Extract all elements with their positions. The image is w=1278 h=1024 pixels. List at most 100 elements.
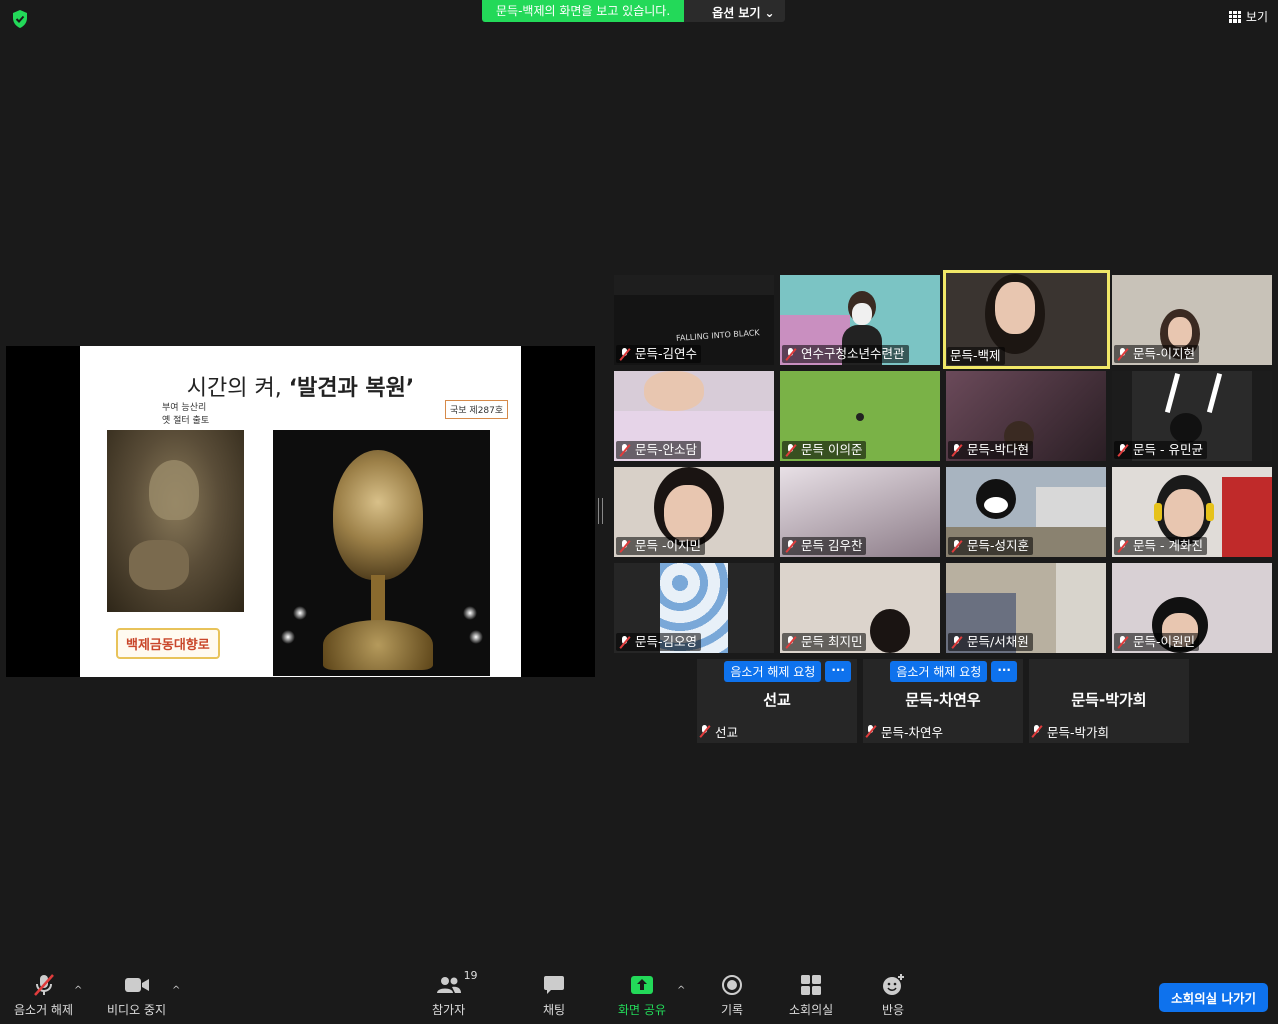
participant-name: 문득-백제: [947, 347, 1005, 365]
reactions-button[interactable]: 반응: [881, 973, 905, 1018]
participant-name: 문득/서채원: [948, 633, 1033, 651]
slide-title-bold: ‘발견과 복원’: [288, 376, 415, 401]
chat-label: 채팅: [543, 1003, 566, 1017]
mic-muted-icon: [785, 443, 797, 457]
participant-display-name: 선교: [763, 691, 791, 709]
share-screen-icon: [630, 976, 653, 994]
participant-name: 문득 - 유민균: [1114, 441, 1207, 459]
video-tile[interactable]: 연수구청소년수련관: [780, 275, 940, 365]
grid-view-icon: [1228, 10, 1241, 23]
mic-muted-icon: [1031, 725, 1043, 738]
video-tile[interactable]: 문득/서채원: [946, 563, 1106, 653]
participant-name: 문득 이의준: [782, 441, 867, 459]
participant-name: 문득-김연수: [616, 345, 702, 363]
participant-name: 문득-박가희: [1031, 722, 1109, 741]
video-tile[interactable]: 문득-이지현: [1112, 275, 1272, 365]
mic-muted-icon: [785, 635, 797, 649]
stop-video-button[interactable]: 비디오 중지: [107, 973, 166, 1018]
presentation-slide: 시간의 켜, ‘발견과 복원’ 부여 능산리 옛 절터 출토 국보 제287호 …: [80, 346, 521, 677]
view-options-button[interactable]: 옵션 보기 ⌄: [684, 0, 785, 22]
stop-video-label: 비디오 중지: [107, 1003, 167, 1017]
mic-muted-icon: [619, 347, 631, 361]
no-video-tile[interactable]: 음소거 해제 요청 ··· 선교 선교: [697, 659, 857, 743]
video-tile[interactable]: 문득-김오영: [614, 563, 774, 653]
participant-display-name: 문득-박가희: [1071, 691, 1147, 709]
mic-muted-icon: [951, 539, 963, 553]
video-tile[interactable]: 문득 김우찬: [780, 467, 940, 557]
mic-muted-icon: [33, 974, 54, 996]
slide-title-plain: 시간의 켜,: [186, 376, 289, 401]
right-photo-caption: 국보 제287호: [445, 400, 509, 419]
mic-muted-icon: [785, 347, 797, 361]
video-tile-active-speaker[interactable]: 문득-백제: [943, 270, 1110, 369]
incense-burner-photo: [273, 430, 490, 676]
audio-options-caret-icon[interactable]: ^: [74, 985, 82, 996]
participant-name: 선교: [699, 722, 738, 741]
video-tile[interactable]: 문득 - 계화진: [1112, 467, 1272, 557]
mic-muted-icon: [951, 443, 963, 457]
ask-to-unmute-button[interactable]: 음소거 해제 요청: [724, 661, 822, 682]
participant-name: 문득 최지민: [782, 633, 867, 651]
sharing-status-text: 문득-백제의 화면을 보고 있습니다.: [482, 0, 685, 22]
more-options-button[interactable]: ···: [825, 661, 851, 682]
participant-name: 문득-이지현: [1114, 345, 1200, 363]
mic-muted-icon: [619, 443, 631, 457]
view-button[interactable]: 보기: [1228, 8, 1268, 25]
video-tile[interactable]: 문득-이원민: [1112, 563, 1272, 653]
breakout-rooms-label: 소회의실: [789, 1003, 834, 1017]
ask-to-unmute-button[interactable]: 음소거 해제 요청: [890, 661, 988, 682]
video-options-caret-icon[interactable]: ^: [172, 985, 180, 996]
reactions-emoji-icon: [883, 974, 904, 995]
video-tile[interactable]: FALLING INTO BLACK 문득-김연수: [614, 275, 774, 365]
reactions-label: 반응: [881, 1003, 905, 1017]
participant-name: 문득 - 계화진: [1114, 537, 1207, 555]
chat-bubble-icon: [544, 976, 565, 994]
unmute-label: 음소거 해제: [14, 1003, 74, 1017]
no-video-tile[interactable]: 문득-박가희 문득-박가희: [1029, 659, 1189, 743]
participant-name: 문득-차연우: [865, 722, 943, 741]
video-tile[interactable]: 문득-성지훈: [946, 467, 1106, 557]
video-camera-icon: [124, 978, 149, 992]
participant-name: 문득-이원민: [1114, 633, 1200, 651]
participant-name: 연수구청소년수련관: [782, 345, 909, 363]
meeting-toolbar: 음소거 해제 ^ 비디오 중지 ^ 19 참가자 채팅 화면 공유 ^ 기록 소…: [0, 968, 1278, 1024]
participant-name: 문득 김우찬: [782, 537, 867, 555]
encryption-shield-icon[interactable]: [10, 9, 30, 29]
participants-button[interactable]: 19 참가자: [432, 969, 478, 1018]
no-video-tile[interactable]: 음소거 해제 요청 ··· 문득-차연우 문득-차연우: [863, 659, 1023, 743]
mic-muted-icon: [1117, 443, 1129, 457]
participants-count: 19: [463, 969, 478, 982]
record-button[interactable]: 기록: [721, 973, 743, 1018]
participant-name: 문득-성지훈: [948, 537, 1034, 555]
video-tile[interactable]: 문득-안소담: [614, 371, 774, 461]
view-button-label: 보기: [1245, 10, 1268, 24]
leave-breakout-room-button[interactable]: 소회의실 나가기: [1159, 983, 1268, 1012]
unmute-button[interactable]: 음소거 해제: [14, 973, 73, 1018]
participant-name: 문득 -이지민: [616, 537, 705, 555]
breakout-rooms-button[interactable]: 소회의실: [789, 973, 833, 1018]
video-tile[interactable]: 문득 -이지민: [614, 467, 774, 557]
video-tile[interactable]: 문득 - 유민균: [1112, 371, 1272, 461]
chevron-down-icon: ⌄: [764, 5, 775, 20]
breakout-rooms-icon: [801, 975, 822, 995]
left-caption-line2: 옛 절터 출토: [162, 416, 210, 426]
share-screen-button[interactable]: 화면 공유: [618, 973, 666, 1018]
excavation-photo: [107, 430, 244, 612]
view-options-label: 옵션 보기: [712, 6, 761, 20]
share-screen-label: 화면 공유: [618, 1003, 666, 1017]
mic-muted-icon: [699, 725, 711, 738]
share-options-caret-icon[interactable]: ^: [677, 985, 685, 996]
record-icon: [722, 975, 743, 995]
video-tile[interactable]: 문득-박다현: [946, 371, 1106, 461]
mic-muted-icon: [785, 539, 797, 553]
video-tile[interactable]: 문득 이의준: [780, 371, 940, 461]
participant-name: 문득-박다현: [948, 441, 1034, 459]
split-view-handle[interactable]: [598, 498, 603, 524]
participant-name: 문득-김오영: [616, 633, 702, 651]
participant-display-name: 문득-차연우: [905, 691, 981, 709]
more-options-button[interactable]: ···: [991, 661, 1017, 682]
video-tile[interactable]: 문득 최지민: [780, 563, 940, 653]
participants-icon: [436, 977, 461, 993]
chat-button[interactable]: 채팅: [543, 973, 565, 1018]
participant-name: 문득-안소담: [616, 441, 702, 459]
